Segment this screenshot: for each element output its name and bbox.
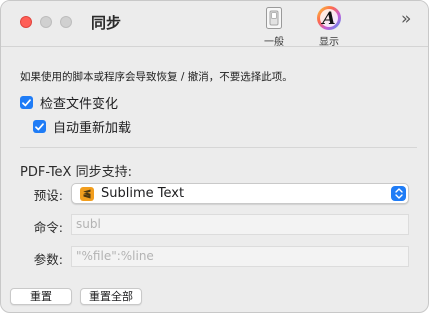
warning-text: 如果使用的脚本或程序会导致恢复 / 撤消，不要选择此项。 (20, 71, 293, 83)
auto-reload-label: 自动重新加载 (53, 121, 132, 136)
preset-value: Sublime Text (101, 186, 185, 201)
font-glyph: A (320, 9, 335, 29)
window-title: 同步 (91, 14, 122, 32)
checkmark-icon (33, 120, 46, 133)
preset-popup[interactable]: Sublime Text (71, 183, 409, 204)
auto-reload-checkbox[interactable]: 自动重新加载 (33, 117, 131, 136)
popup-chevron-updown-icon[interactable] (391, 186, 406, 201)
section-divider (20, 147, 417, 148)
command-field[interactable]: subl (71, 214, 409, 235)
check-file-changes-checkbox[interactable]: 检查文件变化 (20, 93, 118, 112)
reset-button[interactable]: 重置 (10, 288, 72, 305)
toolbar-label-display: 显示 (319, 37, 339, 48)
arguments-label: 参数: (33, 252, 63, 267)
sublime-text-icon (80, 186, 94, 201)
toolbar-label-general: 一般 (264, 37, 284, 48)
minimize-button[interactable] (40, 16, 52, 28)
toolbar: 同步 一般 A 显示 » (1, 1, 428, 48)
close-button[interactable] (20, 16, 32, 28)
check-file-changes-label: 检查文件变化 (40, 97, 119, 112)
preset-label: 预设: (33, 188, 63, 203)
toolbar-overflow-chevron-icon[interactable]: » (401, 9, 412, 29)
zoom-button[interactable] (60, 16, 72, 28)
toolbar-item-general[interactable]: 一般 (252, 6, 296, 48)
font-color-icon: A (307, 6, 351, 30)
light-switch-icon (252, 6, 296, 30)
command-label: 命令: (33, 220, 63, 235)
reset-all-button[interactable]: 重置全部 (80, 288, 142, 305)
preferences-window: 同步 一般 A 显示 » 如果使用的脚本或程序会导致恢复 / 撤消，不要选择此项… (0, 0, 429, 313)
checkmark-icon (20, 96, 33, 109)
sync-section-title: PDF-TeX 同步支持: (20, 165, 132, 180)
arguments-field[interactable]: "%file":%line (71, 246, 409, 267)
toolbar-item-display[interactable]: A 显示 (307, 6, 351, 48)
